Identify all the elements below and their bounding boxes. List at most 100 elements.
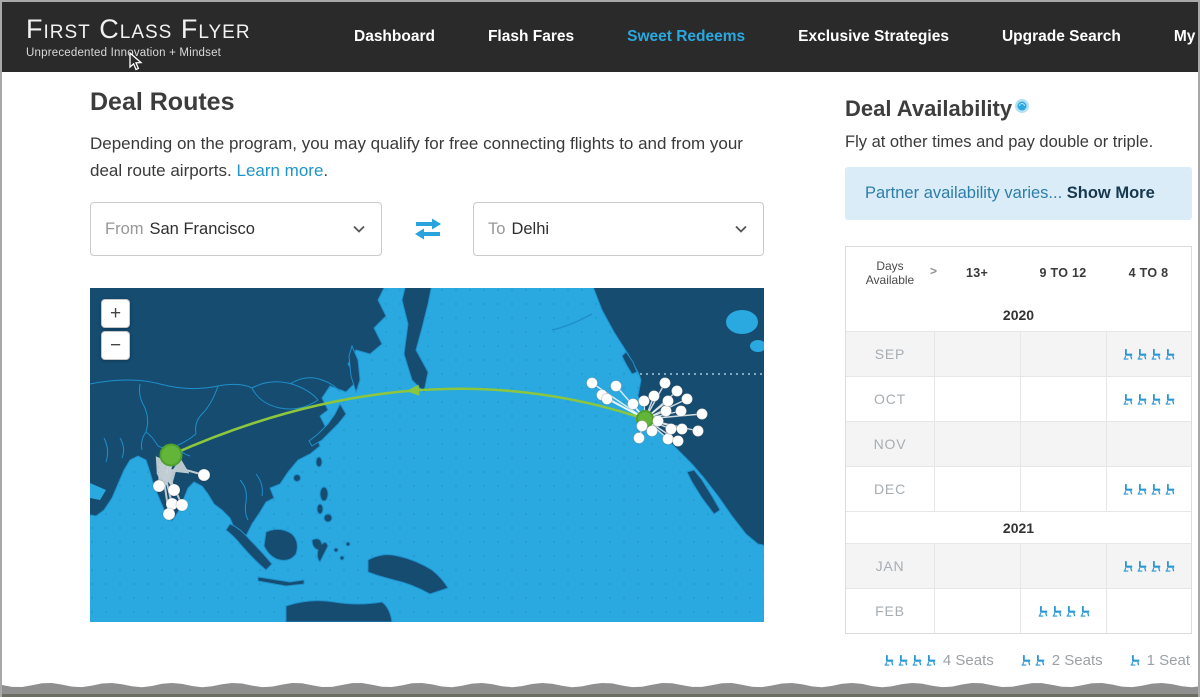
month-label: SEP [846,332,934,376]
seat-icon [1164,483,1176,496]
nav-item-upgrade-search[interactable]: Upgrade Search [1002,28,1121,46]
legend-item-1-seat: 1 Seat [1129,652,1190,669]
map-landmass-australia [286,601,392,622]
seat-icon [1122,393,1134,406]
deal-availability-subtitle: Fly at other times and pay double or tri… [845,133,1192,152]
deal-routes-section: Deal Routes Depending on the program, yo… [90,72,764,669]
seat-icon [1150,560,1162,573]
from-value: San Francisco [150,220,255,239]
map-zoom-out-button[interactable]: − [101,331,130,360]
seat-icon [1150,348,1162,361]
page: First Class Flyer Unprecedented Innovati… [0,0,1200,697]
connection-airport-marker [637,421,648,432]
to-value: Delhi [511,220,549,239]
connection-airport-marker [682,394,693,405]
route-selectors: From San Francisco To Del [90,202,764,256]
deal-availability-panel: Deal Availability Fly at other times and… [845,72,1192,669]
connection-airport-marker [628,399,639,410]
from-label: From [105,220,144,239]
learn-more-link[interactable]: Learn more [236,161,323,180]
seat-icon [1150,393,1162,406]
seat-icon [1129,654,1141,667]
description-period: . [323,161,328,180]
seat-icon [1051,605,1063,618]
month-label: JAN [846,544,934,588]
seat-icon [1020,654,1032,667]
nav-item-exclusive-strategies[interactable]: Exclusive Strategies [798,28,949,46]
availability-row-jan: JAN [846,543,1191,588]
month-label: NOV [846,422,934,466]
seats-legend: 4 Seats 2 Seats 1 Seat [845,652,1192,669]
seat-cell-feb-col3 [1106,589,1191,633]
connection-airport-marker [661,406,672,417]
month-label: OCT [846,377,934,421]
map-island-philippines [317,504,323,514]
connection-airport-marker [676,406,687,417]
map-zoom-in-button[interactable]: + [101,299,130,328]
connection-airport-marker [176,499,188,511]
connection-airport-marker [639,396,650,407]
map-island-hainan [294,475,301,482]
seat-cell-sep-col2 [1020,332,1106,376]
connection-airport-marker [653,416,664,427]
seat-cell-dec-col2 [1020,467,1106,511]
legend-item-4-seats: 4 Seats [883,652,994,669]
seat-icon [1079,605,1091,618]
connection-airport-marker [697,409,708,420]
to-airport-select[interactable]: To Delhi [473,202,764,256]
logo-title: First Class Flyer [26,15,251,43]
seat-icon [1136,393,1148,406]
seat-cell-jan-col1 [934,544,1020,588]
nav-item-flash-fares[interactable]: Flash Fares [488,28,574,46]
description-text: Depending on the program, you may qualif… [90,134,743,180]
nav-item-sweet-redeems[interactable]: Sweet Redeems [627,28,745,46]
connection-airport-marker [647,426,658,437]
seat-icon [1065,605,1077,618]
availability-row-nov: NOV [846,421,1191,466]
to-label: To [488,220,505,239]
seat-icon [925,654,937,667]
seat-cell-jan-col3 [1106,544,1191,588]
column-header-4to8: 4 TO 8 [1106,266,1191,280]
connection-airport-marker [611,381,622,392]
seat-cell-dec-col1 [934,467,1020,511]
connection-airport-marker [163,508,175,520]
seat-icon [1034,654,1046,667]
chevron-right-icon: > [930,264,937,278]
connection-airport-marker [660,378,671,389]
from-airport-select[interactable]: From San Francisco [90,202,382,256]
seat-icon [911,654,923,667]
destination-marker-delhi [161,445,182,466]
year-row-2021: 2021 [846,511,1191,543]
show-more-link[interactable]: Show More [1067,184,1155,202]
info-pulse-icon[interactable] [1014,98,1030,114]
top-navigation-bar: First Class Flyer Unprecedented Innovati… [2,2,1198,72]
seat-icon [1122,560,1134,573]
connection-airport-marker [153,480,165,492]
availability-table-header: Days Available > 13+ 9 TO 12 4 TO 8 [846,247,1191,299]
seat-icon [1164,348,1176,361]
nav-item-my-ac[interactable]: My Ac [1174,28,1200,46]
main-nav: Dashboard Flash Fares Sweet Redeems Exclusi… [354,2,1200,72]
seat-cell-feb-col2 [1020,589,1106,633]
deal-availability-title-text: Deal Availability [845,96,1012,122]
route-map[interactable]: + − [90,288,764,622]
availability-row-feb: FEB [846,588,1191,633]
deal-availability-title: Deal Availability [845,96,1192,122]
days-available-header: Days Available [846,259,934,288]
column-header-9to12: 9 TO 12 [1020,266,1106,280]
month-label: FEB [846,589,934,633]
seat-cell-nov-col3 [1106,422,1191,466]
nav-item-dashboard[interactable]: Dashboard [354,28,435,46]
connection-airport-marker [672,386,683,397]
swap-route-icon[interactable] [412,216,444,242]
seat-cell-oct-col1 [934,377,1020,421]
connection-airport-marker [663,396,674,407]
mouse-cursor-icon [129,52,143,72]
connection-airport-marker [693,426,704,437]
seat-icon [1136,560,1148,573]
month-label: DEC [846,467,934,511]
connection-airport-marker [198,469,210,481]
seat-icon [1037,605,1049,618]
seat-icon [1122,348,1134,361]
